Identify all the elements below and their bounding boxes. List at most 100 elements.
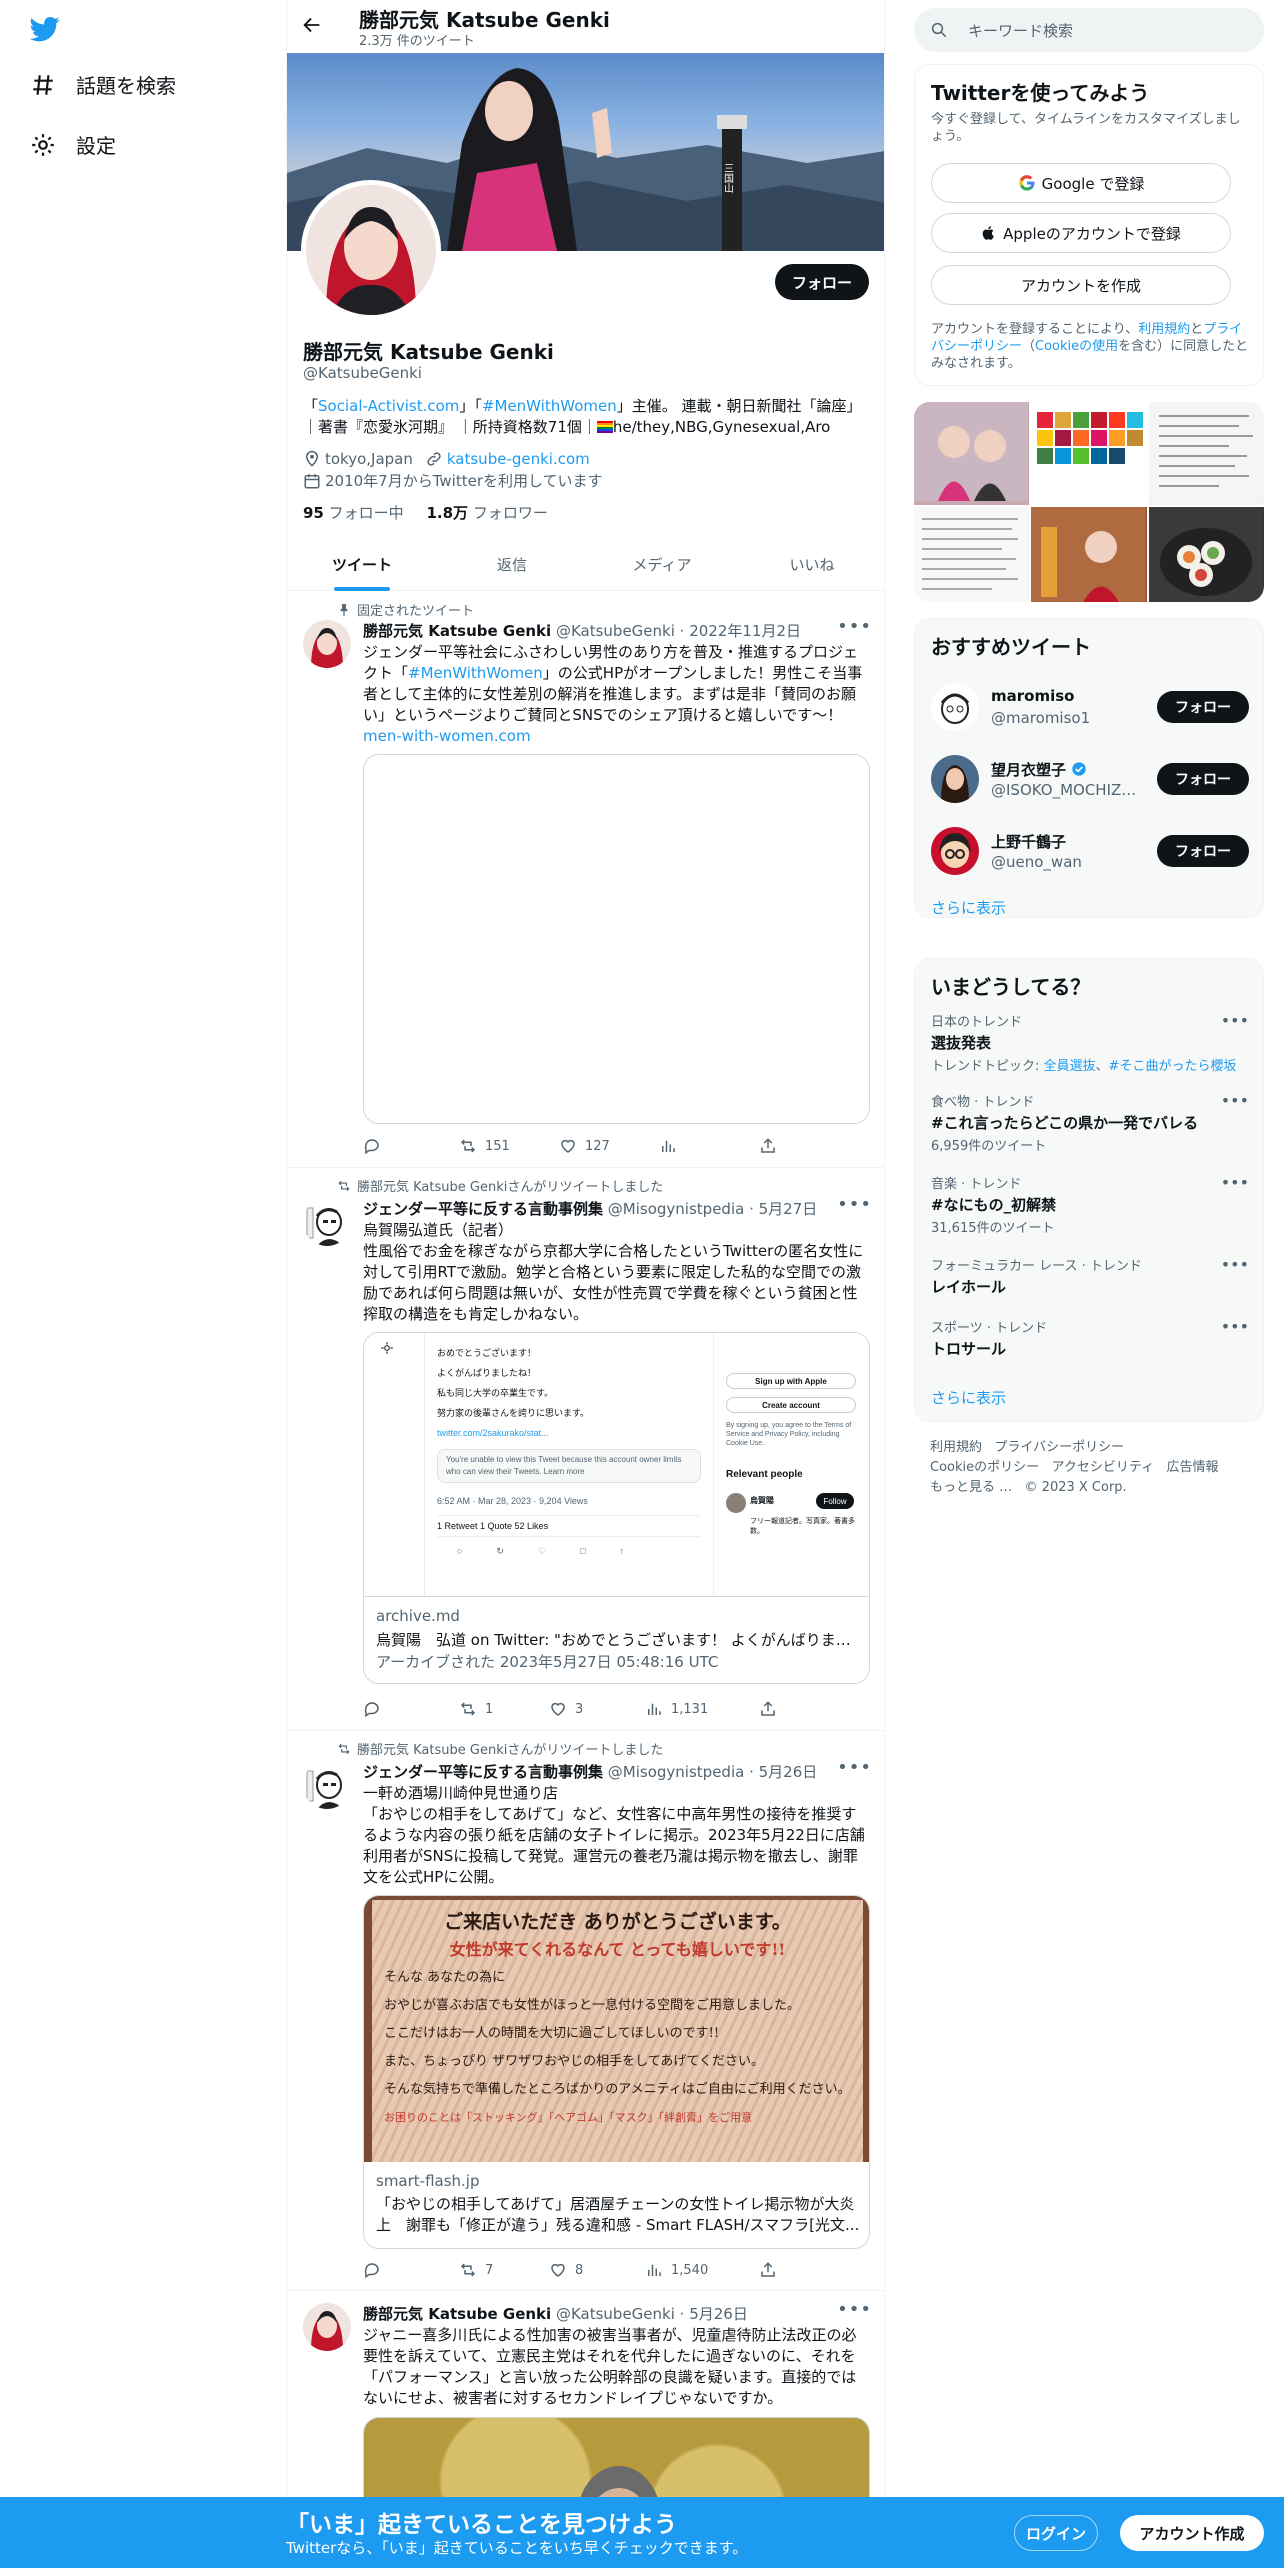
like-button[interactable]: 3 xyxy=(549,1700,583,1718)
more-options-icon[interactable]: ••• xyxy=(837,2299,872,2320)
follow-button[interactable]: フォロー xyxy=(775,264,869,300)
tab-media[interactable]: メディア xyxy=(587,538,737,591)
trend-topic-link[interactable]: #そこ曲がったら櫻坂 xyxy=(1109,1059,1237,1074)
footer-privacy-link[interactable]: プライバシーポリシー xyxy=(994,1440,1124,1455)
views-button[interactable]: 1,540 xyxy=(645,2261,708,2279)
footer-terms-link[interactable]: 利用規約 xyxy=(930,1440,982,1455)
terms-link[interactable]: 利用規約 xyxy=(1138,322,1190,337)
bio-link-menwithwomen[interactable]: #MenWithWomen xyxy=(482,397,617,415)
apple-signup-button[interactable]: Appleのアカウントで登録 xyxy=(931,213,1231,253)
like-button[interactable]: 127 xyxy=(559,1137,610,1155)
tweet-author-handle[interactable]: @Misogynistpedia xyxy=(608,1763,745,1781)
tweet-author-avatar[interactable] xyxy=(303,620,351,668)
recommend-user[interactable]: maromiso @maromiso1 フォロー xyxy=(931,677,1249,737)
cookie-link[interactable]: Cookieの使用 xyxy=(1035,339,1118,354)
login-button[interactable]: ログイン xyxy=(1014,2515,1098,2551)
tweet-pinned[interactable]: 固定されたツイート 勝部元気 Katsube Genki @KatsubeGen… xyxy=(287,592,884,1168)
follow-button[interactable]: フォロー xyxy=(1157,691,1249,723)
trend-more-icon[interactable]: ••• xyxy=(1221,1317,1249,1336)
retweet-button[interactable]: 151 xyxy=(459,1137,510,1155)
tab-tweets[interactable]: ツイート xyxy=(287,538,437,591)
hashtag-link[interactable]: #MenWithWomen xyxy=(408,664,543,682)
show-more-link[interactable]: さらに表示 xyxy=(931,1387,1006,1408)
trend-more-icon[interactable]: ••• xyxy=(1221,1255,1249,1274)
tweet-date[interactable]: · 5月26日 xyxy=(749,1763,817,1781)
profile-avatar[interactable] xyxy=(301,180,441,320)
media-thumb[interactable] xyxy=(914,507,1030,602)
tweet-author-avatar[interactable] xyxy=(303,2303,351,2351)
views-button[interactable] xyxy=(659,1137,685,1155)
more-options-icon[interactable]: ••• xyxy=(837,1194,872,1215)
trend-more-icon[interactable]: ••• xyxy=(1221,1011,1249,1030)
twitter-bird-icon[interactable] xyxy=(30,14,60,44)
tweet-author-name[interactable]: 勝部元気 Katsube Genki xyxy=(363,622,551,640)
footer-cookie-link[interactable]: Cookieのポリシー xyxy=(930,1460,1039,1475)
media-thumb[interactable] xyxy=(1148,402,1264,505)
retweet-button[interactable]: 7 xyxy=(459,2261,493,2279)
reply-button[interactable] xyxy=(363,1700,389,1718)
nav-settings[interactable]: 設定 xyxy=(30,130,116,159)
recommend-user[interactable]: 上野千鶴子 @ueno_wan フォロー xyxy=(931,821,1249,881)
media-thumb[interactable] xyxy=(1031,402,1147,505)
tweet-retweet-flash[interactable]: 勝部元気 Katsube Genkiさんがリツイートしました ジェンダー平等に反… xyxy=(287,1731,884,2291)
share-button[interactable] xyxy=(759,2261,785,2279)
tweet-author-name[interactable]: ジェンダー平等に反する言動事例集 xyxy=(363,1200,603,1218)
like-button[interactable]: 8 xyxy=(549,2261,583,2279)
create-account-button[interactable]: アカウントを作成 xyxy=(931,265,1231,305)
tweet-date[interactable]: · 5月26日 xyxy=(680,2305,748,2323)
tweet-author-avatar[interactable] xyxy=(303,1198,351,1246)
share-icon xyxy=(761,1138,775,1153)
media-thumb[interactable] xyxy=(1148,507,1264,602)
trend-topic-link[interactable]: 全員選抜 xyxy=(1044,1059,1096,1074)
more-options-icon[interactable]: ••• xyxy=(837,616,872,637)
follow-button[interactable]: フォロー xyxy=(1157,835,1249,867)
trend-item[interactable]: スポーツ · トレンド トロサール ••• xyxy=(931,1317,1249,1359)
trend-item[interactable]: 音楽 · トレンド #なにもの_初解禁 31,615件のツイート ••• xyxy=(931,1173,1249,1236)
footer-accessibility-link[interactable]: アクセシビリティ xyxy=(1052,1460,1155,1475)
tweet-author-name[interactable]: 勝部元気 Katsube Genki xyxy=(363,2305,551,2323)
tab-likes[interactable]: いいね xyxy=(737,538,884,591)
show-more-link[interactable]: さらに表示 xyxy=(931,897,1006,918)
tweet-url-link[interactable]: men-with-women.com xyxy=(363,727,531,745)
footer-ads-link[interactable]: 広告情報 xyxy=(1167,1460,1219,1475)
back-arrow-icon[interactable] xyxy=(301,14,323,36)
like-count: 127 xyxy=(585,1138,610,1154)
trend-item[interactable]: 食べ物 · トレンド #これ言ったらどこの県か一発でバレる 6,959件のツイー… xyxy=(931,1091,1249,1154)
nav-explore[interactable]: 話題を検索 xyxy=(30,70,176,99)
profile-website-link[interactable]: katsube-genki.com xyxy=(447,450,590,468)
link-card-archive[interactable]: おめでとうございます！ よくがんばりましたね！ 私も同じ大学の卒業生です。 努力… xyxy=(363,1332,870,1684)
footer-more-link[interactable]: もっと見る … xyxy=(930,1480,1012,1495)
share-button[interactable] xyxy=(759,1137,785,1155)
reply-button[interactable] xyxy=(363,1137,389,1155)
share-button[interactable] xyxy=(759,1700,785,1718)
trend-item[interactable]: 日本のトレンド 選抜発表 トレンドトピック: 全員選抜、#そこ曲がったら櫻坂 •… xyxy=(931,1011,1249,1074)
media-thumb[interactable] xyxy=(1031,507,1147,602)
link-card-smart-flash[interactable]: ご来店いただき ありがとうございます。 女性が来てくれるなんて とっても嬉しいで… xyxy=(363,1895,870,2249)
signup-button[interactable]: アカウント作成 xyxy=(1120,2515,1264,2551)
more-options-icon[interactable]: ••• xyxy=(837,1757,872,1778)
google-signup-button[interactable]: Google で登録 xyxy=(931,163,1231,203)
tweet-retweet-archive[interactable]: 勝部元気 Katsube Genkiさんがリツイートしました ジェンダー平等に反… xyxy=(287,1168,884,1731)
reply-button[interactable] xyxy=(363,2261,389,2279)
tweet-author-avatar[interactable] xyxy=(303,1761,351,1809)
views-button[interactable]: 1,131 xyxy=(645,1700,708,1718)
bio-link-social-activist[interactable]: Social-Activist.com xyxy=(318,397,459,415)
trend-more-icon[interactable]: ••• xyxy=(1221,1091,1249,1110)
trend-more-icon[interactable]: ••• xyxy=(1221,1173,1249,1192)
tab-replies[interactable]: 返信 xyxy=(437,538,587,591)
tweet-author-handle[interactable]: @KatsubeGenki xyxy=(556,2305,675,2323)
retweet-button[interactable]: 1 xyxy=(459,1700,493,1718)
recommend-user[interactable]: 望月衣塑子 @ISOKO_MOCHIZUKI フォロー xyxy=(931,749,1249,809)
tweet-date[interactable]: · 5月27日 xyxy=(749,1200,817,1218)
tweet-date[interactable]: · 2022年11月2日 xyxy=(680,622,801,640)
link-card-empty[interactable] xyxy=(363,754,870,1124)
following-link[interactable]: 95 フォロー中 xyxy=(303,504,404,522)
tweet-author-name[interactable]: ジェンダー平等に反する言動事例集 xyxy=(363,1763,603,1781)
search-box[interactable]: キーワード検索 xyxy=(914,8,1264,52)
tweet-author-handle[interactable]: @KatsubeGenki xyxy=(556,622,675,640)
media-thumb[interactable] xyxy=(914,402,1030,505)
trend-item[interactable]: フォーミュラカー レース · トレンド レイホール ••• xyxy=(931,1255,1249,1297)
follow-button[interactable]: フォロー xyxy=(1157,763,1249,795)
followers-link[interactable]: 1.8万 フォロワー xyxy=(426,504,547,522)
tweet-author-handle[interactable]: @Misogynistpedia xyxy=(608,1200,745,1218)
